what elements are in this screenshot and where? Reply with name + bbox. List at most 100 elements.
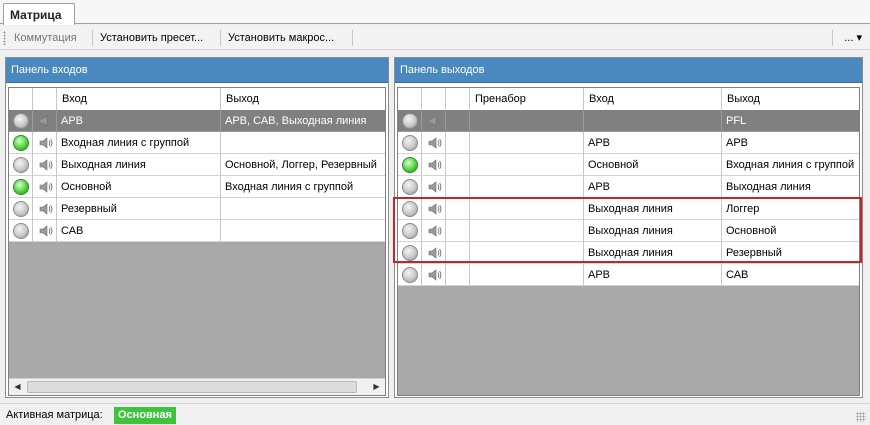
audio-cell[interactable] <box>33 176 57 198</box>
header-status <box>398 88 422 110</box>
speaker-icon[interactable] <box>428 202 442 216</box>
audio-cell[interactable] <box>33 110 57 132</box>
table-row[interactable]: Основной Входная линия с группой <box>9 176 385 198</box>
status-inactive-icon <box>13 201 29 217</box>
active-matrix-badge: Основная <box>114 407 176 424</box>
audio-cell[interactable] <box>33 132 57 154</box>
table-row[interactable]: АРВ САВ <box>398 264 859 286</box>
input-cell: АРВ <box>57 110 221 132</box>
status-inactive-icon <box>402 179 418 195</box>
blank-cell <box>446 154 470 176</box>
table-row[interactable]: Выходная линия Логгер <box>398 198 859 220</box>
blank-cell <box>446 242 470 264</box>
scroll-left-arrow-icon[interactable]: ◀ <box>9 379 26 395</box>
header-audio <box>33 88 57 110</box>
tab-matrix[interactable]: Матрица <box>3 3 75 25</box>
output-cell: Логгер <box>722 198 859 220</box>
status-cell <box>9 132 33 154</box>
tab-strip: Матрица <box>0 0 870 25</box>
speaker-icon[interactable] <box>428 246 442 260</box>
scroll-right-arrow-icon[interactable]: ▶ <box>368 379 385 395</box>
input-cell: Выходная линия <box>584 198 722 220</box>
table-row[interactable]: АРВ АРВ <box>398 132 859 154</box>
input-cell <box>584 110 722 132</box>
audio-cell[interactable] <box>33 154 57 176</box>
input-cell: САВ <box>57 220 221 242</box>
commutation-button[interactable]: Коммутация <box>14 30 77 46</box>
output-cell: Основной, Логгер, Резервный <box>221 154 385 176</box>
speaker-icon[interactable] <box>39 224 53 238</box>
inputs-grid-header: Вход Выход <box>9 88 385 110</box>
status-cell <box>398 220 422 242</box>
active-matrix-label: Активная матрица: <box>6 409 103 421</box>
header-output[interactable]: Выход <box>722 88 859 110</box>
set-macro-button[interactable]: Установить макрос... <box>228 30 334 46</box>
status-active-icon <box>13 135 29 151</box>
audio-cell[interactable] <box>422 242 446 264</box>
speaker-icon[interactable] <box>39 136 53 150</box>
inputs-panel: Панель входов Вход Выход АРВ АРВ, САВ, Вы… <box>5 57 389 398</box>
outputs-grid: Пренабор Вход Выход PFL АРВ АРВ Основной Вхо… <box>397 87 860 396</box>
scroll-thumb[interactable] <box>27 381 357 393</box>
status-inactive-icon <box>402 267 418 283</box>
header-status <box>9 88 33 110</box>
audio-cell[interactable] <box>422 220 446 242</box>
speaker-icon[interactable] <box>39 114 53 128</box>
audio-cell[interactable] <box>33 198 57 220</box>
status-cell <box>9 176 33 198</box>
table-row[interactable]: АРВ Выходная линия <box>398 176 859 198</box>
speaker-icon[interactable] <box>428 114 442 128</box>
preset-cell <box>470 198 584 220</box>
output-cell: Входная линия с группой <box>221 176 385 198</box>
output-cell <box>221 220 385 242</box>
status-cell <box>398 198 422 220</box>
toolbar-overflow-button[interactable]: ... ▾ <box>844 30 862 46</box>
toolbar: Коммутация Установить пресет... Установи… <box>0 26 870 50</box>
table-row[interactable]: Выходная линия Основной, Логгер, Резервны… <box>9 154 385 176</box>
audio-cell[interactable] <box>422 110 446 132</box>
status-cell <box>9 154 33 176</box>
speaker-icon[interactable] <box>39 180 53 194</box>
speaker-icon[interactable] <box>39 158 53 172</box>
header-input[interactable]: Вход <box>584 88 722 110</box>
table-row[interactable]: АРВ АРВ, САВ, Выходная линия <box>9 110 385 132</box>
header-output[interactable]: Выход <box>221 88 385 110</box>
blank-cell <box>446 132 470 154</box>
table-row[interactable]: САВ <box>9 220 385 242</box>
table-row[interactable]: PFL <box>398 110 859 132</box>
status-cell <box>398 242 422 264</box>
inputs-horizontal-scrollbar[interactable]: ◀ ▶ <box>9 378 385 395</box>
blank-cell <box>446 176 470 198</box>
speaker-icon[interactable] <box>428 180 442 194</box>
audio-cell[interactable] <box>422 154 446 176</box>
table-row[interactable]: Основной Входная линия с группой <box>398 154 859 176</box>
audio-cell[interactable] <box>422 198 446 220</box>
speaker-icon[interactable] <box>428 268 442 282</box>
audio-cell[interactable] <box>422 176 446 198</box>
preset-cell <box>470 264 584 286</box>
speaker-icon[interactable] <box>428 158 442 172</box>
header-input[interactable]: Вход <box>57 88 221 110</box>
header-preset[interactable]: Пренабор <box>470 88 584 110</box>
audio-cell[interactable] <box>422 264 446 286</box>
input-cell: Выходная линия <box>584 220 722 242</box>
speaker-icon[interactable] <box>39 202 53 216</box>
preset-cell <box>470 154 584 176</box>
table-row[interactable]: Выходная линия Основной <box>398 220 859 242</box>
output-cell: PFL <box>722 110 859 132</box>
outputs-panel: Панель выходов Пренабор Вход Выход PFL АР… <box>394 57 863 398</box>
audio-cell[interactable] <box>422 132 446 154</box>
status-inactive-icon <box>402 201 418 217</box>
resize-grip-icon[interactable] <box>856 412 866 422</box>
toolbar-grip[interactable] <box>3 31 6 45</box>
set-preset-button[interactable]: Установить пресет... <box>100 30 203 46</box>
audio-cell[interactable] <box>33 220 57 242</box>
input-cell: АРВ <box>584 176 722 198</box>
speaker-icon[interactable] <box>428 224 442 238</box>
table-row[interactable]: Входная линия с группой <box>9 132 385 154</box>
speaker-icon[interactable] <box>428 136 442 150</box>
status-bar: Активная матрица: Основная <box>0 403 870 425</box>
table-row[interactable]: Резервный <box>9 198 385 220</box>
output-cell: АРВ <box>722 132 859 154</box>
table-row[interactable]: Выходная линия Резервный <box>398 242 859 264</box>
